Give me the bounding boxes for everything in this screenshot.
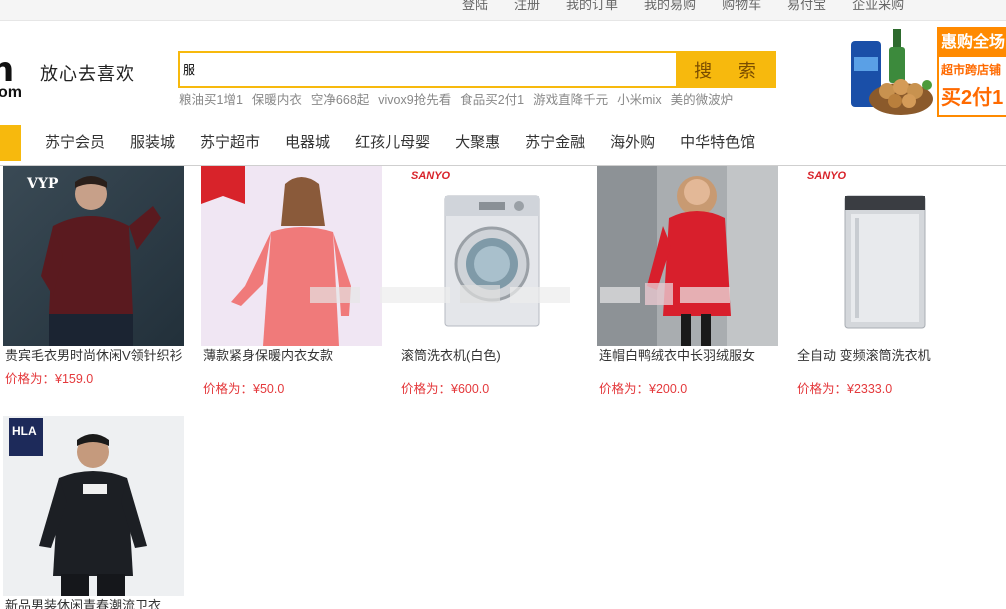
product-image[interactable] xyxy=(597,166,778,346)
brand-logo: VYP xyxy=(27,176,59,192)
product-name[interactable]: 贵宾毛衣男时尚休闲V领针织衫 xyxy=(3,347,184,364)
product-card[interactable]: VYP 贵宾毛衣男时尚休闲V领针织衫 价格为：¥159.0 xyxy=(3,166,184,387)
nav-item-appliances[interactable]: 电器城 xyxy=(285,134,330,152)
hotword-link[interactable]: 保暖内衣 xyxy=(252,92,302,108)
login-link[interactable]: 登陆 xyxy=(462,0,488,13)
product-name[interactable]: 滚筒洗衣机(白色) xyxy=(399,347,580,364)
nav-item-supermarket[interactable]: 苏宁超市 xyxy=(200,134,260,152)
logo-sub: om xyxy=(0,84,22,101)
nav-item-finance[interactable]: 苏宁金融 xyxy=(525,134,585,152)
my-orders-link[interactable]: 我的订单 xyxy=(566,0,618,13)
nav-item-overseas[interactable]: 海外购 xyxy=(610,134,655,152)
product-card[interactable]: 连帽白鸭绒衣中长羽绒服女 价格为：¥200.0 xyxy=(597,166,778,397)
product-image[interactable]: HLA xyxy=(3,416,184,596)
search-box: 搜 索 xyxy=(178,51,776,88)
pay-link[interactable]: 易付宝 xyxy=(787,0,826,13)
nav-items: 苏宁会员 服装城 苏宁超市 电器城 红孩儿母婴 大聚惠 苏宁金融 海外购 中华特… xyxy=(45,134,780,152)
promo-offer: 买2付1 xyxy=(941,87,1004,109)
product-name[interactable]: 薄款紧身保暖内衣女款 xyxy=(201,347,382,364)
product-price: 价格为：¥2333.0 xyxy=(797,382,893,396)
product-image[interactable]: VYP xyxy=(3,166,184,346)
nav-item-chinese-specialty[interactable]: 中华特色馆 xyxy=(680,134,755,152)
register-link[interactable]: 注册 xyxy=(514,0,540,13)
search-button[interactable]: 搜 索 xyxy=(676,53,774,86)
product-price: 价格为：¥159.0 xyxy=(5,372,94,386)
enterprise-link[interactable]: 企业采购 xyxy=(852,0,904,13)
product-image[interactable]: SANYO xyxy=(795,166,976,346)
promo-title: 惠购全场 xyxy=(939,29,1006,57)
brand-logo: SANYO xyxy=(411,170,451,182)
hotword-link[interactable]: 游戏直降千元 xyxy=(533,92,608,108)
hotword-link[interactable]: 小米mix xyxy=(617,92,661,108)
hotword-link[interactable]: 粮油买1增1 xyxy=(179,92,243,108)
brand-logo: SANYO xyxy=(807,170,847,182)
hotword-link[interactable]: 食品买2付1 xyxy=(460,92,524,108)
my-account-link[interactable]: 我的易购 xyxy=(644,0,696,13)
hot-keywords: 粮油买1增1 保暖内衣 空净668起 vivox9抢先看 食品买2付1 游戏直降… xyxy=(179,92,742,108)
top-links: 登陆 注册 我的订单 我的易购 购物车 易付宝 企业采购 xyxy=(462,0,930,13)
product-name[interactable]: 全自动 变频滚筒洗衣机 xyxy=(795,347,976,364)
nav-item-member[interactable]: 苏宁会员 xyxy=(45,134,105,152)
site-logo[interactable]: n om xyxy=(0,50,30,106)
promo-banner[interactable]: 惠购全场 超市跨店铺 买2付1 xyxy=(937,27,1006,117)
hotword-link[interactable]: vivox9抢先看 xyxy=(378,92,451,108)
product-price: 价格为：¥200.0 xyxy=(599,382,688,396)
product-name[interactable]: 新品男装休闲青春潮流卫衣 xyxy=(3,597,184,609)
brand-logo: HLA xyxy=(12,424,37,438)
nav-item-baby[interactable]: 红孩儿母婴 xyxy=(355,134,430,152)
product-price: 价格为：¥50.0 xyxy=(203,382,285,396)
cart-link[interactable]: 购物车 xyxy=(722,0,761,13)
product-card[interactable]: 薄款紧身保暖内衣女款 价格为：¥50.0 xyxy=(201,166,382,397)
promo-subtitle: 超市跨店铺 xyxy=(941,63,1002,77)
hotword-link[interactable]: 美的微波炉 xyxy=(671,92,734,108)
search-input[interactable] xyxy=(180,53,676,86)
product-image[interactable]: SANYO xyxy=(399,166,580,346)
nav-item-deals[interactable]: 大聚惠 xyxy=(455,134,500,152)
slogan: 放心去喜欢 xyxy=(40,64,135,85)
main-nav: 苏宁会员 服装城 苏宁超市 电器城 红孩儿母婴 大聚惠 苏宁金融 海外购 中华特… xyxy=(0,124,1006,166)
product-card[interactable]: SANYO 滚筒洗衣机(白色) 价格为：¥600.0 xyxy=(399,166,580,397)
product-price: 价格为：¥600.0 xyxy=(401,382,490,396)
product-card[interactable]: HLA 新品男装休闲青春潮流卫衣 xyxy=(3,416,184,609)
top-bar: 登陆 注册 我的订单 我的易购 购物车 易付宝 企业采购 xyxy=(0,0,1006,21)
product-image[interactable] xyxy=(201,166,382,346)
promo-product-image[interactable] xyxy=(849,27,935,117)
category-menu-button[interactable] xyxy=(0,125,21,161)
hotword-link[interactable]: 空净668起 xyxy=(311,92,369,108)
nav-item-clothing[interactable]: 服装城 xyxy=(130,134,175,152)
product-card[interactable]: SANYO 全自动 变频滚筒洗衣机 价格为：¥2333.0 xyxy=(795,166,976,397)
product-name[interactable]: 连帽白鸭绒衣中长羽绒服女 xyxy=(597,347,778,364)
